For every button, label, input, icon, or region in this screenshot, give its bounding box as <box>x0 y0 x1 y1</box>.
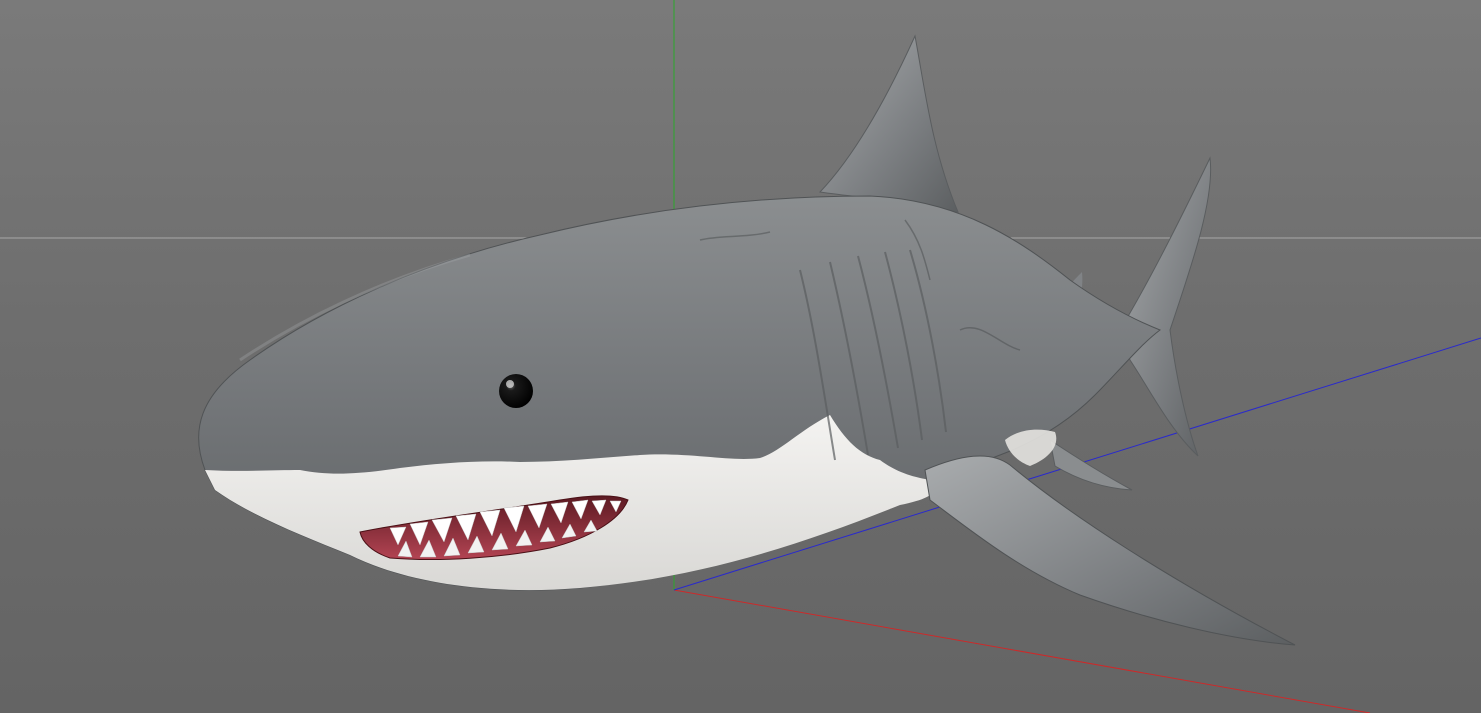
shark-model[interactable] <box>198 34 1296 646</box>
dorsal-fin <box>818 34 959 213</box>
3d-viewport[interactable] <box>0 0 1481 713</box>
viewport-canvas[interactable] <box>0 0 1481 713</box>
shark-eye <box>499 374 533 408</box>
pelvic-fin <box>1049 438 1133 491</box>
rear-belly-patch <box>1005 429 1057 466</box>
x-axis-line <box>673 589 1371 713</box>
eye-highlight <box>506 380 514 388</box>
tail-fin <box>1119 156 1212 457</box>
